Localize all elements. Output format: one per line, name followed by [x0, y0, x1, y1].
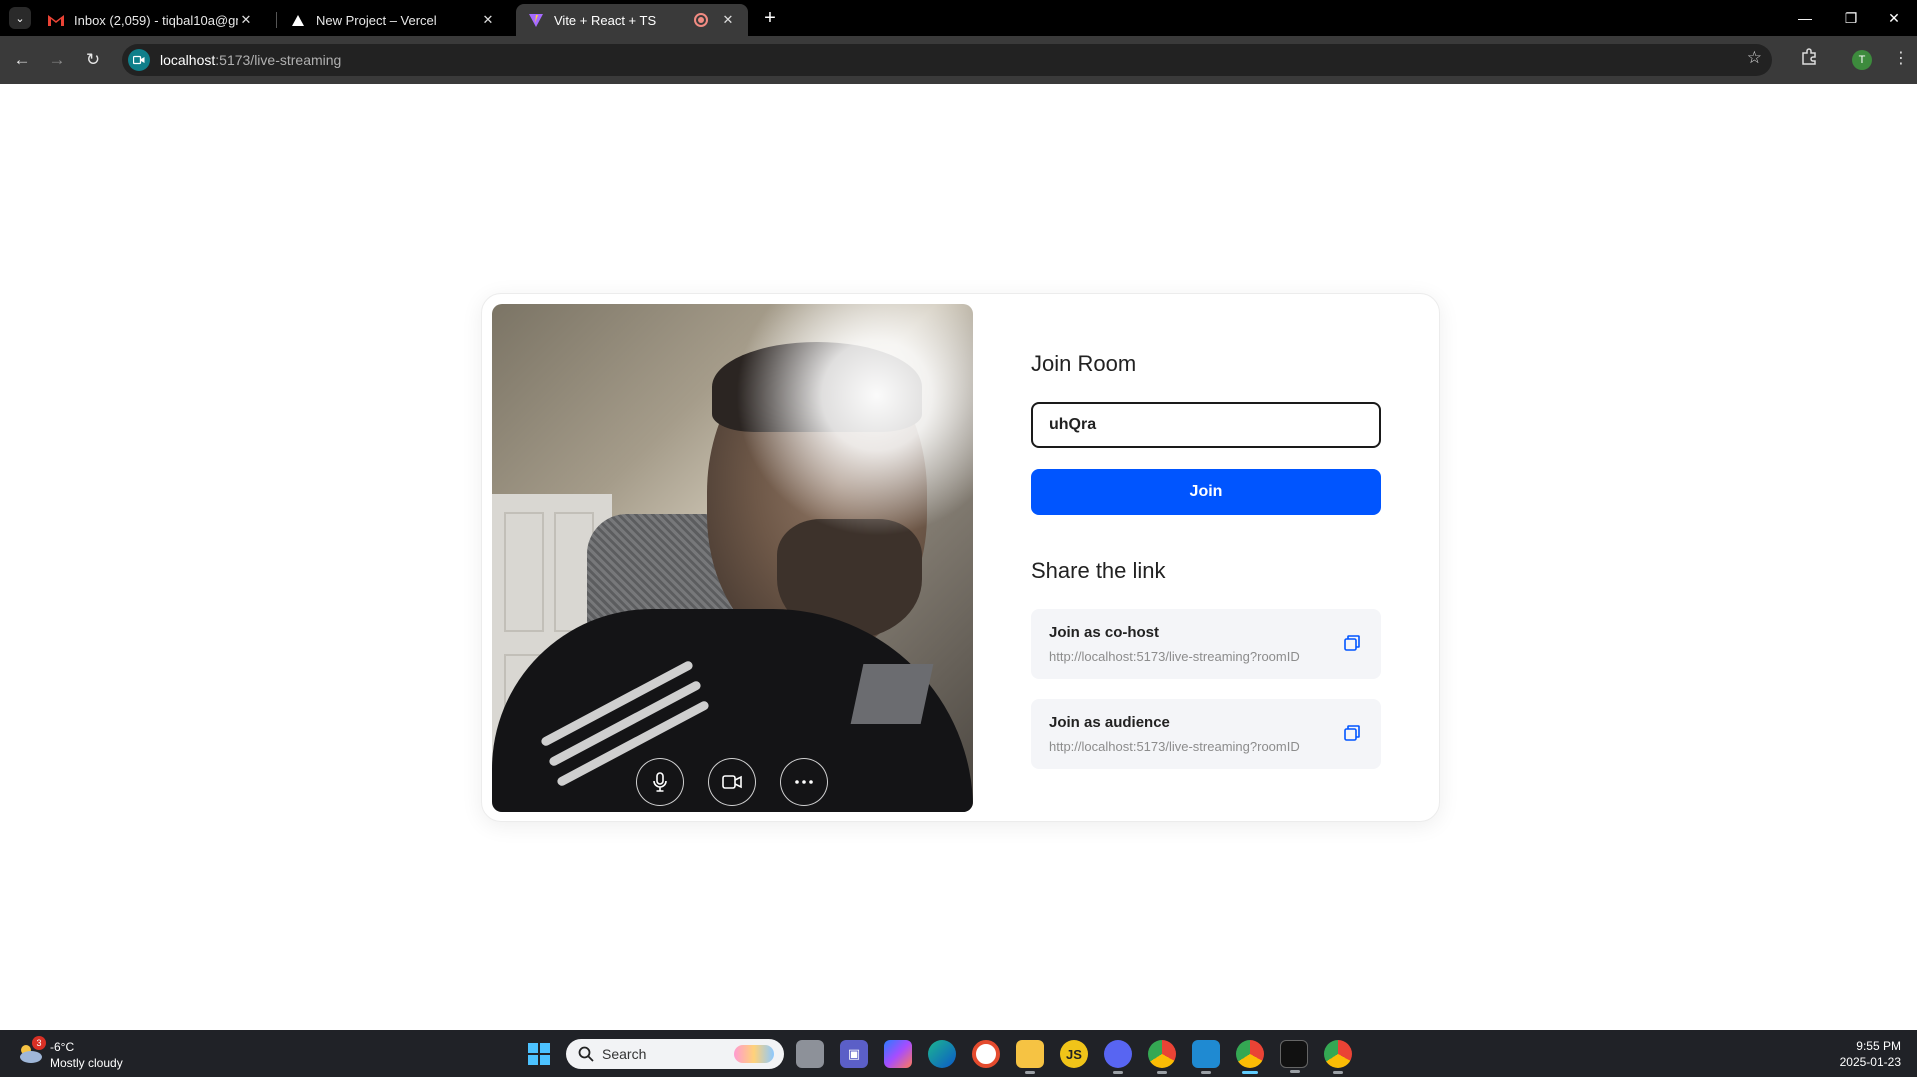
gmail-icon	[48, 12, 64, 28]
light-glare	[492, 304, 973, 812]
microphone-icon	[653, 772, 667, 792]
new-tab-button[interactable]: +	[758, 6, 782, 30]
terminal-icon[interactable]	[1280, 1040, 1308, 1073]
weather-condition: Mostly cloudy	[50, 1056, 123, 1070]
windows-start-icon[interactable]	[528, 1043, 550, 1065]
copy-icon[interactable]	[1343, 724, 1361, 742]
share-link-title: Share the link	[1031, 558, 1166, 583]
address-bar[interactable]: localhost:5173/live-streaming ☆	[122, 44, 1772, 76]
microphone-button[interactable]	[636, 758, 684, 806]
search-icon	[578, 1046, 594, 1062]
cohost-link-row: Join as co-host http://localhost:5173/li…	[1031, 609, 1381, 679]
vite-icon	[528, 12, 544, 28]
forward-icon[interactable]: →	[43, 46, 71, 74]
brave-icon[interactable]	[972, 1040, 1000, 1068]
audience-link-row: Join as audience http://localhost:5173/l…	[1031, 699, 1381, 769]
browser-tab-bar: ⌄ Inbox (2,059) - tiqbal10a@gma ✕ New Pr…	[0, 0, 1917, 36]
weather-badge: 3	[32, 1036, 46, 1050]
copy-icon[interactable]	[1343, 634, 1361, 652]
chrome-alt-profile-icon[interactable]	[1324, 1040, 1352, 1074]
extensions-icon[interactable]	[1800, 48, 1818, 71]
taskbar-search[interactable]: Search	[566, 1039, 784, 1069]
close-icon[interactable]: ✕	[238, 12, 254, 28]
tab-title: Inbox (2,059) - tiqbal10a@gma	[74, 12, 238, 28]
audience-link-label: Join as audience	[1049, 714, 1170, 731]
vscode-icon[interactable]	[1192, 1040, 1220, 1074]
more-options-button[interactable]	[780, 758, 828, 806]
reload-icon[interactable]: ↻	[79, 46, 107, 74]
camera-preview	[492, 304, 973, 812]
close-icon[interactable]: ✕	[480, 12, 496, 28]
chrome-profile-icon[interactable]	[1236, 1040, 1264, 1074]
join-room-title: Join Room	[1031, 351, 1137, 376]
profile-avatar[interactable]: T	[1852, 50, 1872, 70]
teams-icon[interactable]: ▣	[840, 1040, 868, 1068]
clock-time: 9:55 PM	[1856, 1039, 1901, 1053]
vercel-icon	[290, 12, 306, 28]
more-dots-icon	[795, 780, 813, 784]
restore-icon[interactable]: ❐	[1828, 0, 1874, 36]
tab-title: Vite + React + TS	[554, 12, 657, 28]
task-view-icon[interactable]	[796, 1040, 824, 1068]
live-stream-card: Join Room Join Share the link Join as co…	[481, 293, 1440, 822]
more-menu-icon[interactable]: ⋮	[1893, 48, 1909, 68]
windows-taskbar: 3 -6°C Mostly cloudy Search ▣ JS 9:55 PM…	[0, 1030, 1917, 1077]
browser-toolbar: ← → ↻ localhost:5173/live-streaming ☆ T …	[0, 36, 1917, 84]
bookmark-star-icon[interactable]: ☆	[1747, 48, 1762, 68]
temperature: -6°C	[50, 1040, 75, 1054]
camera-icon	[722, 775, 742, 789]
cohost-link-label: Join as co-host	[1049, 624, 1160, 641]
search-highlight-icon	[734, 1045, 774, 1063]
clock-date: 2025-01-23	[1839, 1055, 1901, 1069]
minimize-icon[interactable]: —	[1782, 0, 1828, 36]
window-close-icon[interactable]: ✕	[1871, 0, 1917, 36]
tab-vite-react[interactable]: Vite + React + TS ✕	[516, 4, 748, 36]
discord-icon[interactable]	[1104, 1040, 1132, 1074]
tab-gmail[interactable]: Inbox (2,059) - tiqbal10a@gma ✕	[36, 4, 266, 36]
js-app-icon[interactable]: JS	[1060, 1040, 1088, 1068]
back-icon[interactable]: ←	[8, 46, 36, 74]
tab-search-dropdown[interactable]: ⌄	[9, 7, 31, 29]
cohost-link-url: http://localhost:5173/live-streaming?roo…	[1049, 649, 1300, 664]
url-text: localhost:5173/live-streaming	[160, 52, 342, 68]
room-id-input[interactable]	[1031, 402, 1381, 448]
system-clock[interactable]: 9:55 PM 2025-01-23	[1840, 1038, 1901, 1070]
copilot-icon[interactable]	[884, 1040, 912, 1068]
file-explorer-icon[interactable]	[1016, 1040, 1044, 1074]
audience-link-url: http://localhost:5173/live-streaming?roo…	[1049, 739, 1300, 754]
tab-vercel[interactable]: New Project – Vercel ✕	[278, 4, 508, 36]
close-icon[interactable]: ✕	[720, 12, 736, 28]
site-camera-icon	[128, 49, 150, 71]
tab-separator	[276, 12, 277, 28]
search-placeholder: Search	[602, 1046, 647, 1062]
recording-icon	[694, 13, 708, 27]
join-button[interactable]: Join	[1031, 469, 1381, 515]
camera-button[interactable]	[708, 758, 756, 806]
tab-title: New Project – Vercel	[316, 12, 437, 28]
edge-icon[interactable]	[928, 1040, 956, 1068]
chrome-icon[interactable]	[1148, 1040, 1176, 1074]
